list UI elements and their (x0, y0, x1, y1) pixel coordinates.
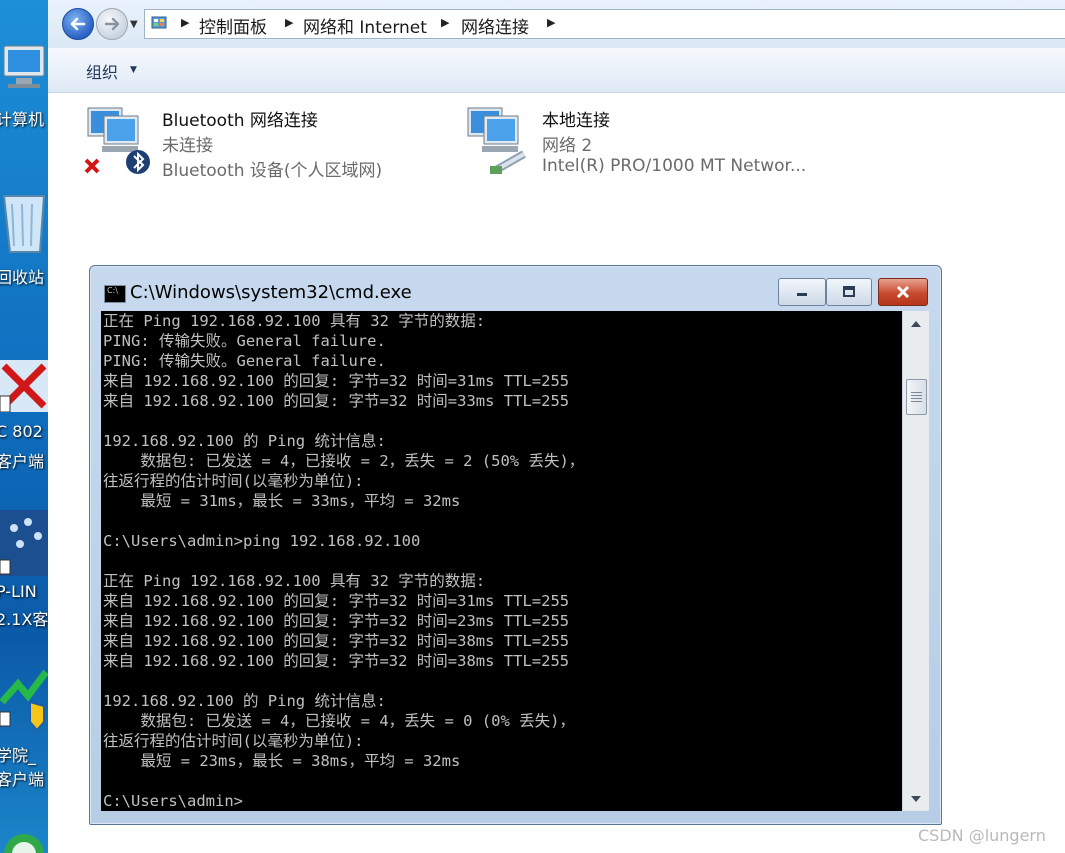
control-panel-icon (151, 16, 167, 29)
connection-bluetooth[interactable]: Bluetooth 网络连接 未连接 Bluetooth 设备(个人区域网) (82, 104, 422, 194)
arrow-left-icon (70, 17, 86, 31)
organize-button[interactable]: 组织 (86, 59, 118, 83)
scroll-up-button[interactable] (903, 313, 929, 333)
arrow-up-icon (911, 320, 921, 327)
desktop-icon-label: 客户端 (0, 770, 45, 789)
console-output[interactable]: 正在 Ping 192.168.92.100 具有 32 字节的数据: PING… (101, 311, 902, 811)
scroll-down-button[interactable] (903, 789, 929, 809)
minimize-button[interactable] (778, 278, 826, 306)
campus-client-icon (0, 669, 48, 732)
breadcrumb-item[interactable]: 网络连接 (461, 13, 529, 38)
h3c-client-icon (0, 360, 48, 412)
chevron-down-icon[interactable]: ▼ (130, 65, 137, 75)
computer-icon (3, 45, 45, 88)
desktop-icon-label: P-LIN (0, 582, 37, 601)
breadcrumb-item[interactable]: 网络和 Internet (303, 13, 427, 38)
forward-button[interactable] (96, 8, 128, 40)
console-icon: C:\ (104, 285, 126, 303)
desktop-icon-label: 学院_ (0, 746, 37, 765)
arrow-right-icon (104, 17, 120, 31)
arrow-down-icon (911, 795, 921, 802)
watermark: CSDN @lungern (918, 826, 1046, 845)
breadcrumb-chevron-icon[interactable]: ▶ (547, 16, 555, 29)
desktop-icon-label: C 802 (0, 422, 43, 441)
connection-device: Intel(R) PRO/1000 MT Networ... (542, 156, 807, 176)
history-dropdown-icon[interactable]: ▼ (130, 19, 138, 30)
connection-local[interactable]: 本地连接 网络 2 Intel(R) PRO/1000 MT Networ... (462, 104, 882, 194)
connection-status: 未连接 (162, 136, 213, 156)
ethernet-network-icon (467, 107, 526, 174)
cmd-window[interactable]: C:\ C:\Windows\system32\cmd.exe 正在 Ping … (89, 265, 942, 825)
connection-name: 本地连接 (542, 111, 610, 131)
breadcrumb-chevron-icon[interactable]: ▶ (441, 16, 449, 29)
address-bar: ▼ ▶ 控制面板 ▶ 网络和 Internet ▶ 网络连接 ▶ (48, 0, 1065, 49)
breadcrumb[interactable]: ▶ 控制面板 ▶ 网络和 Internet ▶ 网络连接 ▶ (144, 9, 1065, 39)
recycle-bin-icon (2, 195, 46, 253)
close-icon (896, 285, 910, 299)
desktop-icon-label: 2.1X客 (0, 610, 48, 629)
close-button[interactable] (878, 278, 928, 306)
scroll-thumb[interactable] (906, 379, 927, 415)
breadcrumb-chevron-icon[interactable]: ▶ (181, 16, 189, 29)
desktop-icon-label: 计算机 (0, 110, 45, 129)
back-button[interactable] (62, 8, 94, 40)
bluetooth-network-icon (84, 107, 150, 174)
maximize-icon (843, 286, 855, 297)
console-text: 正在 Ping 192.168.92.100 具有 32 字节的数据: PING… (103, 312, 585, 810)
command-bar: 组织 ▼ (48, 48, 1065, 93)
partial-app-icon (4, 834, 44, 853)
breadcrumb-chevron-icon[interactable]: ▶ (285, 16, 293, 29)
tplink-icon (0, 510, 48, 576)
minimize-icon (797, 293, 807, 296)
breadcrumb-item[interactable]: 控制面板 (199, 13, 267, 38)
maximize-button[interactable] (826, 278, 872, 306)
vertical-scrollbar[interactable] (902, 311, 929, 811)
desktop-icon-label: 回收站 (0, 268, 45, 287)
desktop-icon-label: 客户端 (0, 452, 45, 471)
connection-status: 网络 2 (542, 136, 593, 156)
connection-name: Bluetooth 网络连接 (162, 111, 318, 131)
desktop-strip: 计算机 回收站 C 802 客户端 P-LIN 2.1X客 学院_ 客户端 (0, 0, 48, 853)
window-title: C:\Windows\system32\cmd.exe (130, 282, 412, 303)
connection-device: Bluetooth 设备(个人区域网) (162, 161, 383, 181)
